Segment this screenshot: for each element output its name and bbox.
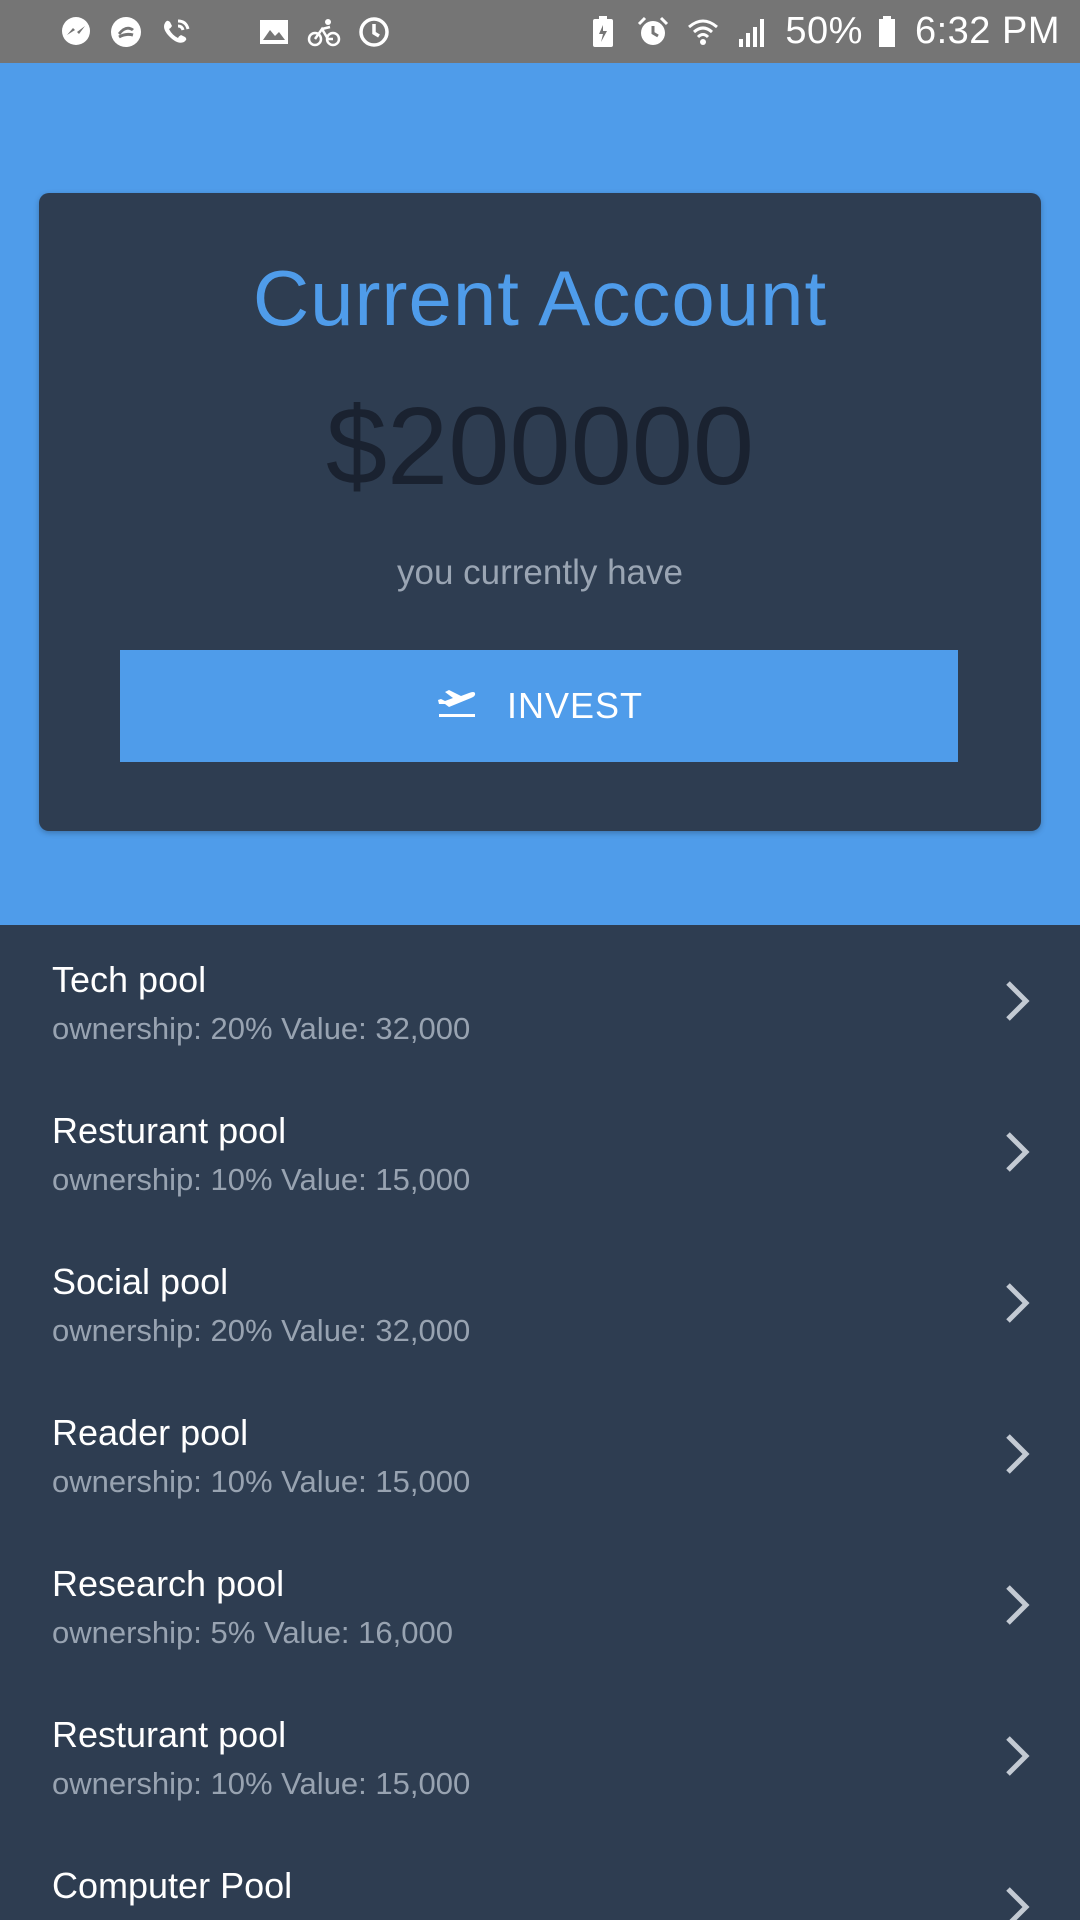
- list-item-reader-pool[interactable]: Reader pool ownership: 10% Value: 15,000: [0, 1378, 1080, 1529]
- pool-name: Tech pool: [52, 959, 207, 1000]
- chevron-right-icon: [1006, 1736, 1030, 1776]
- list-item-tech-pool[interactable]: Tech pool ownership: 20% Value: 32,000: [0, 925, 1080, 1076]
- pool-details: ownership: 20% Value: 32,000: [52, 1011, 471, 1046]
- pool-list: Tech pool ownership: 20% Value: 32,000 R…: [0, 925, 1080, 1920]
- chevron-right-icon: [1006, 1132, 1030, 1172]
- messenger-icon: [58, 14, 94, 50]
- pool-name: Computer Pool: [52, 1865, 293, 1906]
- chevron-right-icon: [1006, 981, 1030, 1021]
- balance-caption: you currently have: [397, 553, 683, 592]
- airplane-takeoff-icon: [435, 684, 479, 729]
- pool-details: ownership: 10% Value: 15,000: [52, 1766, 471, 1801]
- battery-icon: [877, 14, 897, 50]
- chevron-right-icon: [1006, 1887, 1030, 1920]
- clock-time: 6:32 PM: [914, 10, 1060, 52]
- wifi-call-icon: [158, 14, 194, 50]
- status-bar-right: 50% 6:32 PM: [585, 10, 1060, 53]
- list-item-resturant-pool[interactable]: Resturant pool ownership: 10% Value: 15,…: [0, 1076, 1080, 1227]
- sync-icon: [356, 14, 392, 50]
- signal-icon: [735, 14, 771, 50]
- pool-details: ownership: 10% Value: 15,000: [52, 1464, 471, 1499]
- pool-name: Reader pool: [52, 1412, 249, 1453]
- hero-banner: Current Account $200000 you currently ha…: [0, 63, 1080, 925]
- chevron-right-icon: [1006, 1283, 1030, 1323]
- pool-name: Social pool: [52, 1261, 229, 1302]
- chevron-right-icon: [1006, 1434, 1030, 1474]
- wifi-icon: [685, 14, 721, 50]
- pool-details: ownership: 20% Value: 32,000: [52, 1313, 471, 1348]
- alarm-icon: [635, 14, 671, 50]
- pool-name: Resturant pool: [52, 1110, 287, 1151]
- card-title: Current Account: [252, 254, 828, 342]
- app-notification-icon: [108, 14, 144, 50]
- pool-name: Research pool: [52, 1563, 285, 1604]
- list-item-resturant-pool-2[interactable]: Resturant pool ownership: 10% Value: 15,…: [0, 1680, 1080, 1831]
- battery-saver-icon: [585, 14, 621, 50]
- status-bar: 50% 6:32 PM: [0, 0, 1080, 63]
- pool-details: ownership: 10% Value: 15,000: [52, 1162, 471, 1197]
- pool-details: ownership: 5% Value: 16,000: [52, 1615, 453, 1650]
- list-item-research-pool[interactable]: Research pool ownership: 5% Value: 16,00…: [0, 1529, 1080, 1680]
- chevron-right-icon: [1006, 1585, 1030, 1625]
- battery-percent: 50%: [785, 10, 863, 52]
- pool-name: Resturant pool: [52, 1714, 287, 1755]
- status-bar-left: [58, 14, 392, 50]
- image-icon: [256, 14, 292, 50]
- invest-label: INVEST: [506, 685, 644, 726]
- invest-button[interactable]: INVEST: [120, 650, 958, 762]
- account-card: Current Account $200000 you currently ha…: [39, 193, 1041, 831]
- account-balance: $200000: [325, 385, 755, 508]
- list-item-computer-pool[interactable]: Computer Pool: [0, 1831, 1080, 1920]
- list-item-social-pool[interactable]: Social pool ownership: 20% Value: 32,000: [0, 1227, 1080, 1378]
- cycling-icon: [306, 14, 342, 50]
